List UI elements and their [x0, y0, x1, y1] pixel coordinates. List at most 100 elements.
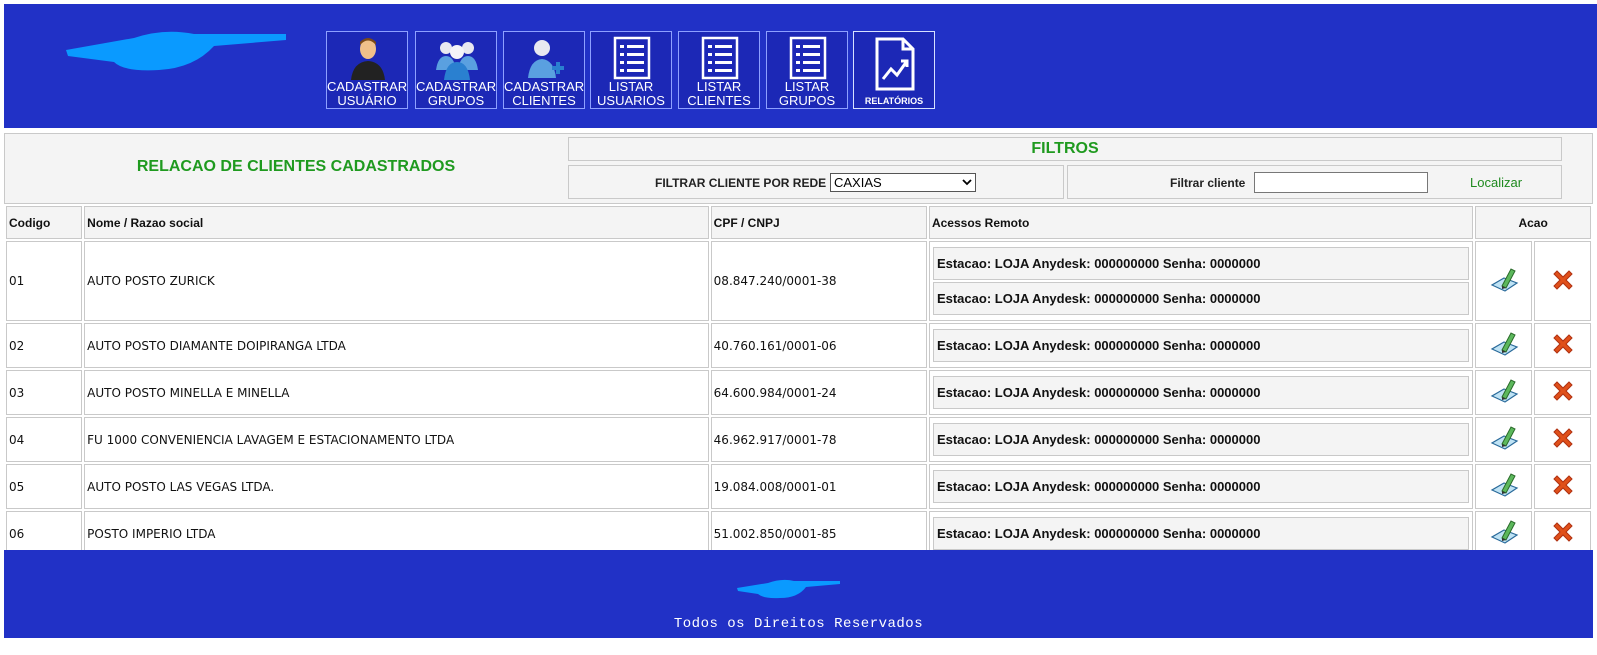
nav-label-line1: CADASTRAR: [416, 79, 497, 94]
cell-nome: AUTO POSTO ZURICK: [84, 241, 709, 321]
add-client-icon: [528, 40, 564, 78]
remote-access-entry: Estacao: LOJA Anydesk: 000000000 Senha: …: [932, 423, 1470, 456]
cell-edit: [1475, 323, 1533, 368]
cell-codigo: 03: [6, 370, 83, 415]
table-row: 04 FU 1000 CONVENIENCIA LAVAGEM E ESTACI…: [6, 417, 1591, 462]
cell-edit: [1475, 417, 1533, 462]
table-row: 02 AUTO POSTO DIAMANTE DOIPIRANGA LTDA 4…: [6, 323, 1591, 368]
cell-cpf: 46.962.917/0001-78: [710, 417, 927, 462]
nav-cadastrar-grupos-button[interactable]: CADASTRAR GRUPOS: [415, 31, 497, 109]
client-filter-label: Filtrar cliente: [1170, 176, 1246, 190]
user-icon: [351, 38, 385, 80]
footer-copyright: Todos os Direitos Reservados: [673, 616, 924, 632]
cell-acessos: Estacao: LOJA Anydesk: 000000000 Senha: …: [928, 464, 1474, 509]
rede-select[interactable]: CAXIAS: [830, 173, 976, 192]
client-filter-input[interactable]: [1254, 172, 1428, 193]
col-header-codigo: Codigo: [6, 206, 83, 239]
table-header-row: Codigo Nome / Razao social CPF / CNPJ Ac…: [6, 206, 1591, 239]
cell-cpf: 19.084.008/0001-01: [710, 464, 927, 509]
nav-label-line1: RELATÓRIOS: [864, 96, 924, 106]
delete-icon[interactable]: [1550, 267, 1576, 293]
edit-icon[interactable]: [1489, 329, 1519, 359]
nav-label-line2: USUARIOS: [597, 93, 665, 108]
cell-edit: [1475, 370, 1533, 415]
cell-delete: [1534, 323, 1591, 368]
delete-icon[interactable]: [1550, 472, 1576, 498]
delete-icon[interactable]: [1550, 378, 1576, 404]
cell-codigo: 05: [6, 464, 83, 509]
cell-acessos: Estacao: LOJA Anydesk: 000000000 Senha: …: [928, 370, 1474, 415]
footer-logo-icon: [737, 579, 840, 599]
filters-heading: FILTROS: [568, 137, 1562, 161]
delete-icon[interactable]: [1550, 331, 1576, 357]
rede-filter-label: FILTRAR CLIENTE POR REDE: [655, 176, 827, 190]
cell-delete: [1534, 417, 1591, 462]
cell-codigo: 02: [6, 323, 83, 368]
nav-label-line1: CADASTRAR: [504, 79, 585, 94]
cell-cpf: 40.760.161/0001-06: [710, 323, 927, 368]
nav-listar-clientes-button[interactable]: LISTAR CLIENTES: [678, 31, 760, 109]
nav-label-line2: CLIENTES: [512, 93, 576, 108]
remote-access-entry: Estacao: LOJA Anydesk: 000000000 Senha: …: [932, 517, 1470, 550]
table-row: 05 AUTO POSTO LAS VEGAS LTDA. 19.084.008…: [6, 464, 1591, 509]
delete-icon[interactable]: [1550, 425, 1576, 451]
col-header-acessos: Acessos Remoto: [928, 206, 1474, 239]
edit-icon[interactable]: [1489, 376, 1519, 406]
cell-acessos: Estacao: LOJA Anydesk: 000000000 Senha: …: [928, 417, 1474, 462]
nav-label-line2: GRUPOS: [427, 93, 485, 108]
nav-label-line1: LISTAR: [608, 79, 654, 94]
cell-edit: [1475, 241, 1533, 321]
client-filter-box: Filtrar cliente Localizar: [1067, 165, 1562, 199]
cell-nome: FU 1000 CONVENIENCIA LAVAGEM E ESTACIONA…: [84, 417, 709, 462]
table-row: 01 AUTO POSTO ZURICK 08.847.240/0001-38 …: [6, 241, 1591, 321]
nav-relatorios-button[interactable]: RELATÓRIOS: [853, 31, 935, 109]
col-header-cpf: CPF / CNPJ: [710, 206, 927, 239]
col-header-nome: Nome / Razao social: [84, 206, 709, 239]
cell-acessos: Estacao: LOJA Anydesk: 000000000 Senha: …: [928, 323, 1474, 368]
filter-panel: RELACAO DE CLIENTES CADASTRADOS FILTROS …: [4, 133, 1593, 204]
nav-label-line2: GRUPOS: [778, 93, 836, 108]
table-row: 03 AUTO POSTO MINELLA E MINELLA 64.600.9…: [6, 370, 1591, 415]
cell-edit: [1475, 464, 1533, 509]
col-header-acao: Acao: [1475, 206, 1591, 239]
nav-label-line1: CADASTRAR: [327, 79, 408, 94]
cell-codigo: 01: [6, 241, 83, 321]
cell-delete: [1534, 241, 1591, 321]
nav-cadastrar-clientes-button[interactable]: CADASTRAR CLIENTES: [503, 31, 585, 109]
remote-access-entry: Estacao: LOJA Anydesk: 000000000 Senha: …: [932, 329, 1470, 362]
remote-access-entry: Estacao: LOJA Anydesk: 000000000 Senha: …: [932, 247, 1470, 280]
remote-access-entry: Estacao: LOJA Anydesk: 000000000 Senha: …: [932, 376, 1470, 409]
cell-nome: AUTO POSTO MINELLA E MINELLA: [84, 370, 709, 415]
delete-icon[interactable]: [1550, 519, 1576, 545]
nav-listar-usuarios-button[interactable]: LISTAR USUARIOS: [590, 31, 672, 109]
header-bar: CADASTRAR USUÁRIO CADASTRAR GRUPOS CADAS…: [4, 4, 1597, 128]
logo-icon: [66, 31, 286, 71]
group-icon: [436, 42, 478, 80]
edit-icon[interactable]: [1489, 265, 1519, 295]
nav-label-line2: USUÁRIO: [337, 93, 397, 108]
nav-label-line1: LISTAR: [784, 79, 830, 94]
cell-delete: [1534, 464, 1591, 509]
edit-icon[interactable]: [1489, 470, 1519, 500]
edit-icon[interactable]: [1489, 423, 1519, 453]
cell-cpf: 64.600.984/0001-24: [710, 370, 927, 415]
nav-listar-grupos-button[interactable]: LISTAR GRUPOS: [766, 31, 848, 109]
footer-bar: Todos os Direitos Reservados: [4, 550, 1593, 638]
report-icon: [875, 37, 915, 91]
cell-codigo: 04: [6, 417, 83, 462]
list-icon: [613, 36, 651, 80]
list-icon: [701, 36, 739, 80]
chevron-down-icon: [962, 179, 972, 186]
nav-cadastrar-usuario-button[interactable]: CADASTRAR USUÁRIO: [326, 31, 408, 109]
edit-icon[interactable]: [1489, 517, 1519, 547]
rede-select-value: CAXIAS: [834, 175, 882, 190]
cell-cpf: 08.847.240/0001-38: [710, 241, 927, 321]
remote-access-entry: Estacao: LOJA Anydesk: 000000000 Senha: …: [932, 282, 1470, 315]
cell-delete: [1534, 370, 1591, 415]
nav-label-line2: CLIENTES: [687, 93, 751, 108]
nav-label-line1: LISTAR: [696, 79, 742, 94]
remote-access-entry: Estacao: LOJA Anydesk: 000000000 Senha: …: [932, 470, 1470, 503]
localizar-button[interactable]: Localizar: [1470, 175, 1522, 190]
rede-filter-box: FILTRAR CLIENTE POR REDE CAXIAS: [568, 165, 1064, 199]
list-icon: [789, 36, 827, 80]
